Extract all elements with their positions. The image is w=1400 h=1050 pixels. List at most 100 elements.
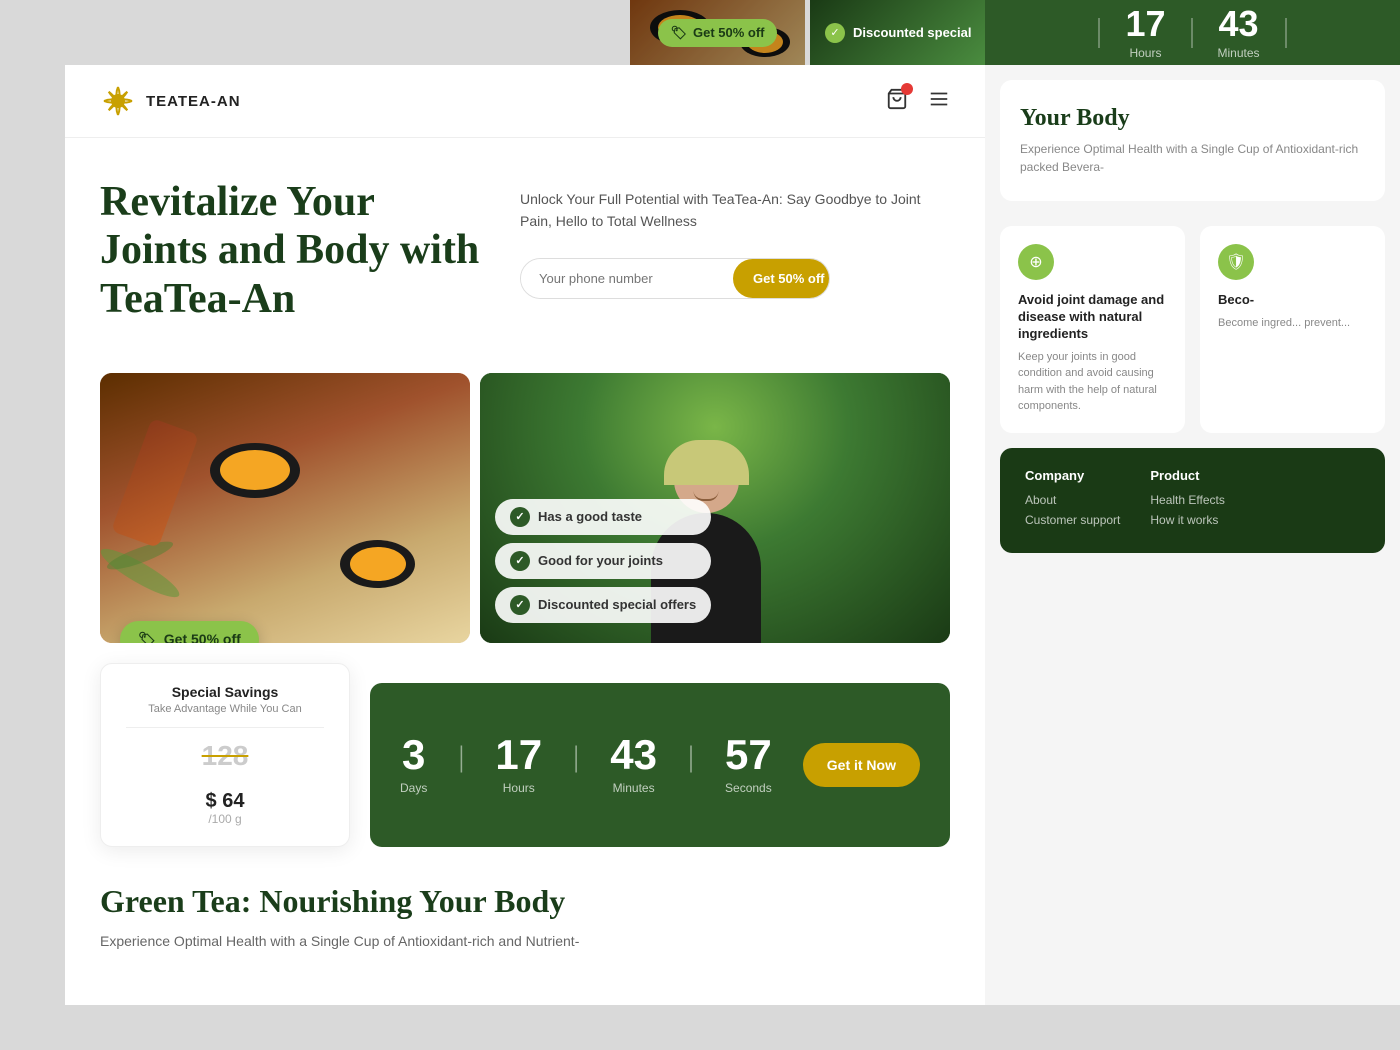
logo-text: TEATEA-AN bbox=[146, 93, 241, 110]
top-timer-panel: 17 Hours 43 Minutes bbox=[985, 0, 1400, 65]
feature-joints: ⊕ Avoid joint damage and disease with na… bbox=[1000, 226, 1185, 433]
check-icon-2: ✓ bbox=[510, 551, 530, 571]
pricing-divider bbox=[126, 727, 324, 728]
countdown-hours: 17 Hours bbox=[495, 734, 542, 795]
get50-button[interactable]: Get 50% off bbox=[733, 259, 830, 298]
sep-2: | bbox=[573, 740, 579, 774]
minutes-number: 43 bbox=[610, 734, 657, 776]
check-icon-3: ✓ bbox=[510, 595, 530, 615]
tea-cup-1 bbox=[210, 443, 300, 498]
footer-col-product: Product Health Effects How it works bbox=[1150, 468, 1224, 533]
link-customer-support[interactable]: Customer support bbox=[1025, 513, 1120, 527]
features-grid: ⊕ Avoid joint damage and disease with na… bbox=[985, 211, 1400, 448]
product-title: Product bbox=[1150, 468, 1224, 483]
menu-button[interactable] bbox=[928, 88, 950, 115]
timer-hours-label: Hours bbox=[1125, 46, 1165, 60]
tea-liquid-1 bbox=[220, 450, 290, 490]
logo: TEATEA-AN bbox=[100, 83, 241, 119]
section-title: Green Tea: Nourishing Your Body bbox=[100, 882, 950, 920]
link-about[interactable]: About bbox=[1025, 493, 1120, 507]
logo-icon bbox=[100, 83, 136, 119]
person-hair bbox=[664, 440, 749, 485]
pricing-subtitle: Take Advantage While You Can bbox=[126, 703, 324, 715]
badge-taste: ✓ Has a good taste bbox=[495, 499, 711, 535]
old-price: 128 bbox=[126, 740, 324, 772]
phone-input-form: Get 50% off bbox=[520, 258, 830, 299]
feature-shield: 🛡 Beco- Become ingred... prevent... bbox=[1200, 226, 1385, 433]
hero-left: Revitalize Your Joints and Body with Tea… bbox=[100, 178, 480, 343]
timer-sep-2 bbox=[1191, 18, 1193, 48]
thumb-tea: 🏷 Get 50% off bbox=[630, 0, 805, 65]
timer-minutes-unit: 43 Minutes bbox=[1218, 6, 1260, 60]
feature-desc-2: Become ingred... prevent... bbox=[1218, 315, 1367, 332]
badges-overlay: ✓ Has a good taste ✓ Good for your joint… bbox=[495, 499, 711, 623]
discounted-label: Discounted special bbox=[853, 25, 971, 40]
timer-sep-3 bbox=[1285, 18, 1287, 48]
thumb-discounted: ✓ Discounted special bbox=[810, 0, 985, 65]
footer-panel: Company About Customer support Product H… bbox=[1000, 448, 1385, 553]
sep-1: | bbox=[458, 740, 464, 774]
link-health-effects[interactable]: Health Effects bbox=[1150, 493, 1224, 507]
person-image: ✓ Has a good taste ✓ Good for your joint… bbox=[480, 373, 950, 643]
days-number: 3 bbox=[400, 734, 427, 776]
images-section: 🏷 Get 50% off bbox=[65, 343, 985, 643]
phone-input[interactable] bbox=[521, 259, 733, 298]
tea-liquid-2 bbox=[350, 547, 406, 581]
hours-number: 17 bbox=[495, 734, 542, 776]
minutes-label: Minutes bbox=[610, 781, 657, 795]
seconds-label: Seconds bbox=[725, 781, 772, 795]
check-icon-1: ✓ bbox=[510, 507, 530, 527]
company-title: Company bbox=[1025, 468, 1120, 483]
footer-cols: Company About Customer support Product H… bbox=[1025, 468, 1360, 533]
cart-badge bbox=[901, 83, 913, 95]
timer-minutes-label: Minutes bbox=[1218, 46, 1260, 60]
hamburger-icon bbox=[928, 88, 950, 110]
thumb-get50-label: Get 50% off bbox=[693, 25, 765, 40]
right-panel: Your Body Experience Optimal Health with… bbox=[985, 65, 1400, 1005]
new-price-label: $ 64 bbox=[206, 790, 245, 812]
section-desc: Experience Optimal Health with a Single … bbox=[100, 930, 950, 952]
top-image-strip: 🏷 Get 50% off ✓ Discounted special bbox=[630, 0, 985, 65]
feature-icon-2: 🛡 bbox=[1218, 244, 1254, 280]
tea-image: 🏷 Get 50% off bbox=[100, 373, 470, 643]
main-card: TEATEA-AN Revitalize Your bbox=[65, 65, 985, 1005]
timer-hours-unit: 17 Hours bbox=[1125, 6, 1165, 60]
seconds-number: 57 bbox=[725, 734, 772, 776]
link-how-it-works[interactable]: How it works bbox=[1150, 513, 1224, 527]
footer-col-company: Company About Customer support bbox=[1025, 468, 1120, 533]
hours-label: Hours bbox=[495, 781, 542, 795]
countdown-minutes: 43 Minutes bbox=[610, 734, 657, 795]
feature-title-2: Beco- bbox=[1218, 292, 1367, 309]
pricing-title: Special Savings bbox=[126, 684, 324, 700]
hero-right: Unlock Your Full Potential with TeaTea-A… bbox=[520, 178, 950, 343]
days-label: Days bbox=[400, 781, 427, 795]
section-bottom: Green Tea: Nourishing Your Body Experien… bbox=[65, 847, 985, 973]
bottom-section: Special Savings Take Advantage While You… bbox=[100, 683, 950, 847]
get50-badge-label: Get 50% off bbox=[164, 631, 241, 643]
feature-desc-1: Keep your joints in good condition and a… bbox=[1018, 349, 1167, 415]
your-body-desc: Experience Optimal Health with a Single … bbox=[1020, 140, 1365, 176]
badge-joints-label: Good for your joints bbox=[538, 553, 663, 568]
timer-hours-number: 17 bbox=[1125, 6, 1165, 42]
get-it-now-button[interactable]: Get it Now bbox=[803, 743, 920, 787]
feature-icon-1: ⊕ bbox=[1018, 244, 1054, 280]
hero-title: Revitalize Your Joints and Body with Tea… bbox=[100, 178, 480, 323]
thumb-get50-badge: 🏷 Get 50% off bbox=[658, 19, 776, 47]
get50-badge[interactable]: 🏷 Get 50% off bbox=[120, 621, 259, 643]
sep-3: | bbox=[688, 740, 694, 774]
your-body-section: Your Body Experience Optimal Health with… bbox=[1000, 80, 1385, 201]
price-unit: /100 g bbox=[126, 812, 324, 826]
thumb-get50-overlay: 🏷 Get 50% off bbox=[630, 0, 805, 65]
countdown-card: 3 Days | 17 Hours | 43 Minutes | 57 Seco… bbox=[370, 683, 950, 847]
timer-minutes-number: 43 bbox=[1218, 6, 1260, 42]
badge-joints: ✓ Good for your joints bbox=[495, 543, 711, 579]
header-actions bbox=[886, 88, 950, 115]
badge-taste-label: Has a good taste bbox=[538, 509, 642, 524]
hero-section: Revitalize Your Joints and Body with Tea… bbox=[65, 138, 985, 343]
tag-icon: 🏷 bbox=[138, 631, 156, 643]
header: TEATEA-AN bbox=[65, 65, 985, 138]
badge-discounted: ✓ Discounted special offers bbox=[495, 587, 711, 623]
thumb-discounted-overlay: ✓ Discounted special bbox=[810, 0, 985, 65]
cart-button[interactable] bbox=[886, 88, 908, 115]
hero-subtitle: Unlock Your Full Potential with TeaTea-A… bbox=[520, 188, 950, 233]
